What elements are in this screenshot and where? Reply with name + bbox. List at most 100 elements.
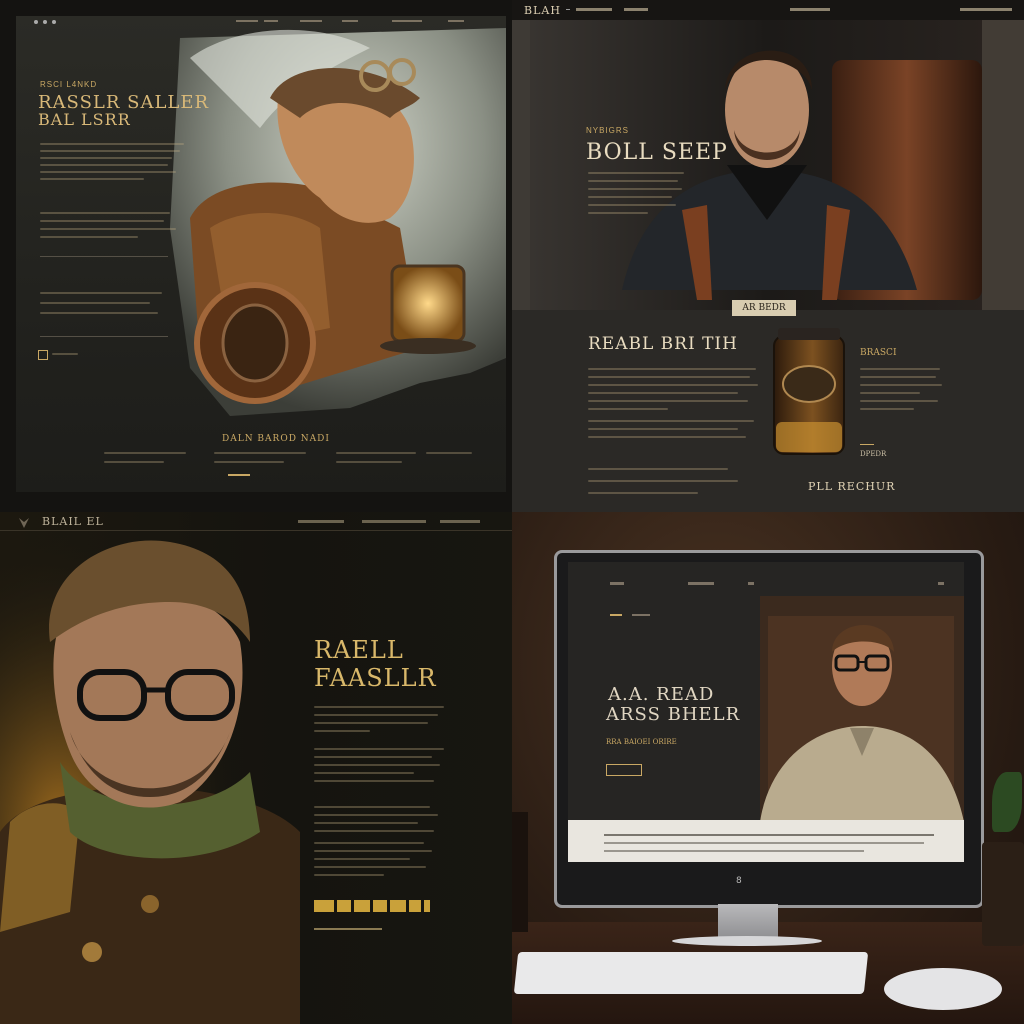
nav-link[interactable] — [440, 520, 480, 523]
link-accent — [860, 444, 874, 445]
footer-link[interactable] — [214, 452, 306, 454]
nav-link[interactable] — [938, 582, 944, 585]
nav-link[interactable] — [392, 20, 422, 22]
text-line — [588, 180, 678, 182]
text-line — [314, 772, 414, 774]
logo-icon — [18, 516, 30, 528]
text-line — [604, 842, 924, 844]
footer-link[interactable] — [336, 461, 402, 463]
text-line — [860, 400, 938, 402]
text-line — [588, 400, 748, 402]
window-dots — [34, 20, 56, 24]
panel-raell-faasllr: BLAIL EL RAELL FAASLLR — [0, 512, 512, 1024]
text-line — [314, 714, 438, 716]
page-button[interactable] — [424, 900, 430, 912]
keyboard[interactable] — [513, 952, 869, 994]
text-line — [314, 814, 438, 816]
lamp-post — [512, 812, 528, 932]
text-line — [588, 196, 672, 198]
text-line — [314, 874, 384, 876]
nav-link[interactable] — [632, 614, 650, 616]
text-line — [314, 850, 432, 852]
nav-link[interactable] — [960, 8, 1012, 11]
text-line — [40, 302, 150, 304]
brand-logo[interactable]: BLAIL EL — [42, 515, 104, 528]
text-line — [860, 408, 914, 410]
text-line — [40, 150, 180, 152]
divider — [40, 256, 168, 257]
panel-desk-monitor: A.A. READ ARSS BHELR RRA BAIOEI ORIRE 8 — [512, 512, 1024, 1024]
text-line — [588, 428, 738, 430]
text-line — [314, 756, 432, 758]
text-line — [40, 157, 172, 159]
text-line — [40, 171, 176, 173]
nav-link[interactable] — [448, 20, 464, 22]
checkbox[interactable] — [38, 350, 48, 360]
hero-subtitle: FAASLLR — [314, 664, 437, 692]
eyebrow: NYBIGRS — [586, 126, 630, 135]
footer-link[interactable] — [104, 452, 186, 454]
hero-illustration — [170, 28, 506, 416]
nav-accent — [610, 614, 622, 616]
screen-subtitle: ARSS BHELR — [606, 704, 741, 725]
text-line — [40, 312, 158, 314]
nav-link[interactable] — [624, 8, 648, 11]
page-button[interactable] — [390, 900, 406, 912]
footer-link[interactable] — [214, 461, 284, 463]
dot-icon — [43, 20, 47, 24]
monitor-stand — [718, 904, 778, 940]
text-line — [314, 764, 440, 766]
section-title: REABL BRI TIH — [588, 334, 738, 354]
section-badge: AR BEDR — [732, 300, 796, 316]
nav-link[interactable] — [298, 520, 344, 523]
text-line — [314, 780, 434, 782]
nav-link[interactable] — [362, 520, 426, 523]
nav-link[interactable] — [576, 8, 612, 11]
text-line — [588, 172, 684, 174]
text-line — [588, 376, 750, 378]
screen-tagline: RRA BAIOEI ORIRE — [606, 738, 677, 746]
pagination — [314, 900, 430, 912]
text-line — [860, 376, 936, 378]
nav-link[interactable] — [236, 20, 258, 22]
text-line — [314, 748, 444, 750]
page-button[interactable] — [373, 900, 387, 912]
nav-link[interactable] — [790, 8, 830, 11]
nav-link[interactable] — [748, 582, 754, 585]
footer-accent — [228, 474, 250, 476]
text-line — [314, 706, 444, 708]
text-line — [604, 834, 934, 836]
page-button[interactable] — [314, 900, 334, 912]
panel-boll-seep: BLAH NYBIGRS BOLL SEEP AR BEDR REABL BRI… — [512, 0, 1024, 512]
text-line — [40, 236, 138, 238]
text-line — [860, 384, 942, 386]
page-button[interactable] — [354, 900, 370, 912]
nav-link[interactable] — [300, 20, 322, 22]
text-line — [314, 730, 370, 732]
page-button[interactable] — [337, 900, 351, 912]
cup — [982, 842, 1024, 946]
side-title: BRASCI — [860, 348, 897, 358]
cta-link[interactable]: PLL RECHUR — [808, 480, 895, 493]
nav-link[interactable] — [610, 582, 624, 585]
mouse[interactable] — [884, 968, 1002, 1010]
text-line — [40, 228, 176, 230]
hero-title: BOLL SEEP — [586, 140, 728, 165]
nav-link[interactable] — [688, 582, 714, 585]
hero-portrait — [0, 532, 300, 1024]
screen-cta-button[interactable] — [606, 764, 642, 776]
nav-link[interactable] — [342, 20, 358, 22]
brand-logo[interactable]: BLAH — [524, 4, 561, 17]
text-line — [860, 368, 940, 370]
text-line — [40, 143, 184, 145]
footer-link[interactable] — [336, 452, 416, 454]
footer-link[interactable] — [104, 461, 164, 463]
nav-link[interactable] — [264, 20, 278, 22]
text-line — [588, 188, 682, 190]
footer-link[interactable] — [426, 452, 472, 454]
page-button[interactable] — [409, 900, 421, 912]
text-line — [588, 204, 676, 206]
side-link[interactable]: DPEDR — [860, 450, 886, 458]
checkbox-label — [52, 353, 78, 355]
text-line — [314, 806, 430, 808]
